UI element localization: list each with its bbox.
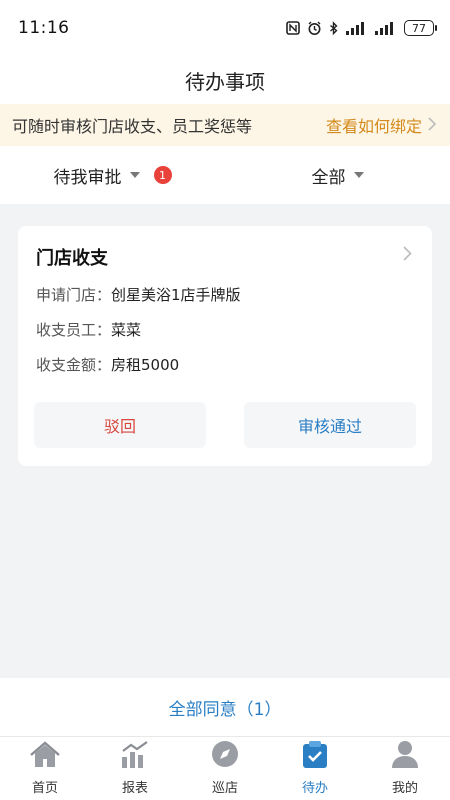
chevron-right-icon[interactable] [403,246,412,265]
filter-bar: 待我审批 1 全部 [0,146,450,204]
signal-icon [346,21,368,35]
battery-icon: 77 [404,20,437,36]
card-row-employee: 收支员工： 菜菜 [36,319,414,340]
caret-down-icon [353,172,364,178]
nav-label: 我的 [391,781,418,796]
todo-icon [301,739,329,773]
bind-guide-label: 查看如何绑定 [325,117,422,136]
filter-pending-label: 待我审批 [53,167,122,188]
compass-icon [210,739,240,773]
nav-label: 待办 [301,781,328,796]
alarm-icon [307,21,322,36]
bind-guide-link[interactable]: 查看如何绑定 [325,113,437,137]
reject-button[interactable]: 驳回 [34,402,206,448]
row-value: 菜菜 [111,321,142,339]
nav-item-todo[interactable]: 待办 [270,737,360,800]
status-bar: 11:16 77 [0,0,450,56]
status-icons: 77 [286,20,437,36]
row-label: 收支金额： [36,356,112,374]
notice-text: 可随时审核门店收支、员工奖惩等 [12,117,253,136]
nav-label: 巡店 [211,781,238,796]
card-row-store: 申请门店： 创星美浴1店手牌版 [36,284,414,305]
notice-banner: 可随时审核门店收支、员工奖惩等 查看如何绑定 [0,104,450,146]
nav-label: 报表 [121,781,148,796]
card-actions: 驳回 审核通过 [34,402,416,448]
approve-button[interactable]: 审核通过 [244,402,416,448]
filter-pending-dropdown[interactable]: 待我审批 1 [0,163,225,188]
caret-down-icon [129,172,140,178]
row-value: 房租5000 [111,356,180,374]
signal-icon-2 [375,21,397,35]
nav-item-home[interactable]: 首页 [0,737,90,800]
card-title: 门店收支 [36,248,108,269]
bluetooth-icon [329,20,339,36]
page-title: 待办事项 [185,69,265,94]
row-value: 创星美浴1店手牌版 [111,286,241,304]
home-icon [29,741,61,773]
filter-scope-label: 全部 [311,167,346,188]
pending-count-badge: 1 [153,166,172,184]
nav-item-patrol[interactable]: 巡店 [180,737,270,800]
row-label: 申请门店： [36,286,112,304]
approval-card[interactable]: 门店收支 申请门店： 创星美浴1店手牌版 收支员工： 菜菜 收支金额： 房租50… [18,226,432,466]
report-icon [120,741,150,773]
chevron-right-icon [428,116,437,135]
card-row-amount: 收支金额： 房租5000 [36,354,414,375]
user-icon [391,739,419,773]
status-time: 11:16 [18,18,70,38]
nav-item-report[interactable]: 报表 [90,737,180,800]
row-label: 收支员工： [36,321,112,339]
filter-scope-dropdown[interactable]: 全部 [225,163,450,188]
approve-all-button[interactable]: 全部同意（1） [0,678,450,736]
nfc-icon [286,21,300,35]
nav-item-mine[interactable]: 我的 [360,737,450,800]
nav-label: 首页 [31,781,58,796]
bottom-nav: 首页 报表 巡店 待办 我的 [0,736,450,800]
header: 待办事项 [0,56,450,104]
